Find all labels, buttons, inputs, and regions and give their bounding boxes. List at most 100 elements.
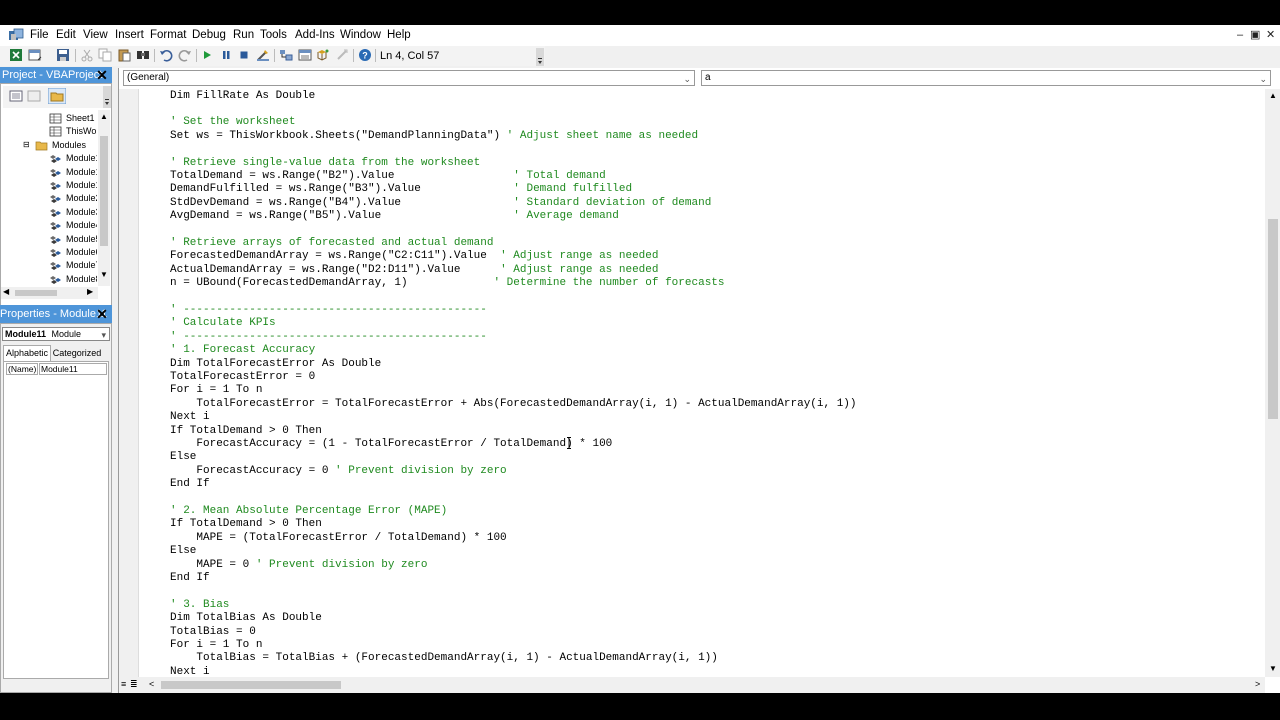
design-mode-icon[interactable] <box>256 48 270 62</box>
scroll-right-icon[interactable]: ▶ <box>87 287 93 296</box>
procedure-dropdown[interactable]: a ⌄ <box>701 70 1271 86</box>
save-icon[interactable] <box>56 48 70 62</box>
code-line[interactable]: ForecastedDemandArray = ws.Range("C2:C11… <box>170 250 659 263</box>
vba-app-icon[interactable] <box>8 28 24 43</box>
scroll-thumb[interactable] <box>15 290 57 296</box>
code-line[interactable]: TotalDemand = ws.Range("B2").Value ' Tot… <box>170 170 606 183</box>
code-line[interactable]: DemandFulfilled = ws.Range("B3").Value '… <box>170 183 632 196</box>
menu-edit[interactable]: Edit <box>56 28 76 43</box>
menu-format[interactable]: Format <box>150 28 186 43</box>
break-icon[interactable] <box>219 48 233 62</box>
object-dropdown[interactable]: (General) ⌄ <box>123 70 695 86</box>
tab-categorized[interactable]: Categorized <box>51 346 103 361</box>
tree-item[interactable]: Module1 <box>1 166 97 179</box>
scroll-left-icon[interactable]: ◀ <box>3 287 9 296</box>
project-tree-horizontal-scrollbar[interactable]: ◀ ▶ <box>1 287 98 299</box>
code-line[interactable]: For i = 1 To n <box>170 384 262 397</box>
code-line[interactable]: Else <box>170 451 196 464</box>
code-line[interactable]: StdDevDemand = ws.Range("B4").Value ' St… <box>170 197 711 210</box>
close-properties-icon[interactable]: ✕ <box>95 307 109 321</box>
tree-item[interactable]: ThisWor <box>1 125 97 138</box>
properties-window-header[interactable]: Properties - Module11 ✕ <box>0 305 112 323</box>
code-margin-indicator-bar[interactable] <box>119 89 139 677</box>
menu-insert[interactable]: Insert <box>115 28 144 43</box>
undo-icon[interactable] <box>159 48 173 62</box>
project-explorer-header[interactable]: Project - VBAProject ✕ <box>0 67 112 83</box>
properties-object-dropdown[interactable]: Module11 Module ▾ <box>2 327 110 341</box>
menu-add-ins[interactable]: Add-Ins <box>295 28 335 43</box>
menu-file[interactable]: File <box>30 28 49 43</box>
code-line[interactable]: TotalForecastError = TotalForecastError … <box>170 398 856 411</box>
code-line[interactable]: Dim TotalBias As Double <box>170 612 322 625</box>
code-line[interactable]: ' --------------------------------------… <box>170 304 487 317</box>
project-explorer-icon[interactable] <box>279 48 293 62</box>
scroll-thumb[interactable] <box>1268 219 1278 419</box>
close-project-explorer-icon[interactable]: ✕ <box>95 68 109 82</box>
code-line[interactable]: ' 3. Bias <box>170 599 229 612</box>
find-icon[interactable] <box>136 48 150 62</box>
menu-window[interactable]: Window <box>340 28 381 43</box>
paste-icon[interactable] <box>117 48 131 62</box>
excel-icon[interactable] <box>9 48 23 62</box>
procedure-view-icon[interactable]: ≡ <box>121 679 126 689</box>
scroll-down-icon[interactable]: ▼ <box>100 270 108 279</box>
view-object-icon[interactable] <box>26 89 42 103</box>
code-editor[interactable]: Dim FillRate As Double ' Set the workshee… <box>140 89 1265 677</box>
code-line[interactable]: ForecastAccuracy = (1 - TotalForecastErr… <box>170 438 612 451</box>
code-line[interactable]: MAPE = (TotalForecastError / TotalDemand… <box>170 532 506 545</box>
tree-item[interactable]: Sheet1 <box>1 112 97 125</box>
code-line[interactable]: TotalBias = 0 <box>170 626 256 639</box>
code-horizontal-scrollbar[interactable]: ≡ ≣ < > <box>119 677 1265 693</box>
code-line[interactable]: Set ws = ThisWorkbook.Sheets("DemandPlan… <box>170 130 698 143</box>
code-line[interactable]: Dim FillRate As Double <box>170 90 315 103</box>
collapse-icon[interactable]: ⊟ <box>23 139 30 151</box>
reset-icon[interactable] <box>237 48 251 62</box>
scroll-thumb[interactable] <box>100 136 108 246</box>
scroll-left-icon[interactable]: < <box>149 679 154 689</box>
tree-item[interactable]: Module1 <box>1 152 97 165</box>
code-line[interactable]: Next i <box>170 666 210 677</box>
cut-icon[interactable] <box>80 48 94 62</box>
code-vertical-scrollbar[interactable]: ▲ ▼ <box>1265 89 1280 677</box>
code-line[interactable]: If TotalDemand > 0 Then <box>170 425 322 438</box>
code-line[interactable]: n = UBound(ForecastedDemandArray, 1) ' D… <box>170 277 725 290</box>
code-line[interactable]: ' Calculate KPIs <box>170 317 276 330</box>
toggle-folders-icon[interactable] <box>48 88 66 104</box>
toolbar-overflow-grip[interactable] <box>536 48 544 66</box>
tree-item[interactable]: Module5 <box>1 233 97 246</box>
scroll-up-icon[interactable]: ▲ <box>100 112 108 121</box>
code-line[interactable]: TotalBias = TotalBias + (ForecastedDeman… <box>170 652 718 665</box>
code-line[interactable]: Else <box>170 545 196 558</box>
redo-icon[interactable] <box>178 48 192 62</box>
minimize-icon[interactable]: – <box>1237 28 1243 43</box>
tree-item[interactable]: Module1 <box>1 179 97 192</box>
menu-tools[interactable]: Tools <box>260 28 287 43</box>
code-line[interactable]: If TotalDemand > 0 Then <box>170 518 322 531</box>
scroll-thumb[interactable] <box>161 681 341 689</box>
project-toolbar-grip[interactable] <box>103 86 111 108</box>
code-line[interactable]: ' 1. Forecast Accuracy <box>170 344 315 357</box>
menu-help[interactable]: Help <box>387 28 411 43</box>
scroll-down-icon[interactable]: ▼ <box>1269 664 1277 673</box>
menu-run[interactable]: Run <box>233 28 254 43</box>
run-icon[interactable] <box>200 48 214 62</box>
code-line[interactable]: ' Set the worksheet <box>170 116 295 129</box>
scroll-up-icon[interactable]: ▲ <box>1269 91 1277 100</box>
code-line[interactable]: Next i <box>170 411 210 424</box>
properties-icon[interactable] <box>298 48 312 62</box>
close-icon[interactable]: ✕ <box>1266 28 1275 43</box>
property-name-value[interactable]: Module11 <box>39 363 107 375</box>
code-line[interactable]: ' Retrieve single-value data from the wo… <box>170 157 480 170</box>
code-line[interactable]: ' --------------------------------------… <box>170 331 487 344</box>
code-line[interactable]: ' Retrieve arrays of forecasted and actu… <box>170 237 493 250</box>
code-line[interactable]: AvgDemand = ws.Range("B5").Value ' Avera… <box>170 210 619 223</box>
property-row-name[interactable]: (Name) Module11 <box>5 363 108 375</box>
tree-item[interactable]: Module8 <box>1 273 97 286</box>
tree-item[interactable]: Module7 <box>1 259 97 272</box>
code-line[interactable]: ForecastAccuracy = 0 ' Prevent division … <box>170 465 506 478</box>
code-line[interactable]: End If <box>170 572 210 585</box>
project-tree-vertical-scrollbar[interactable]: ▲ ▼ <box>98 110 110 286</box>
help-icon[interactable]: ? <box>358 48 372 62</box>
view-code-icon[interactable] <box>8 89 24 103</box>
scroll-right-icon[interactable]: > <box>1255 679 1260 689</box>
